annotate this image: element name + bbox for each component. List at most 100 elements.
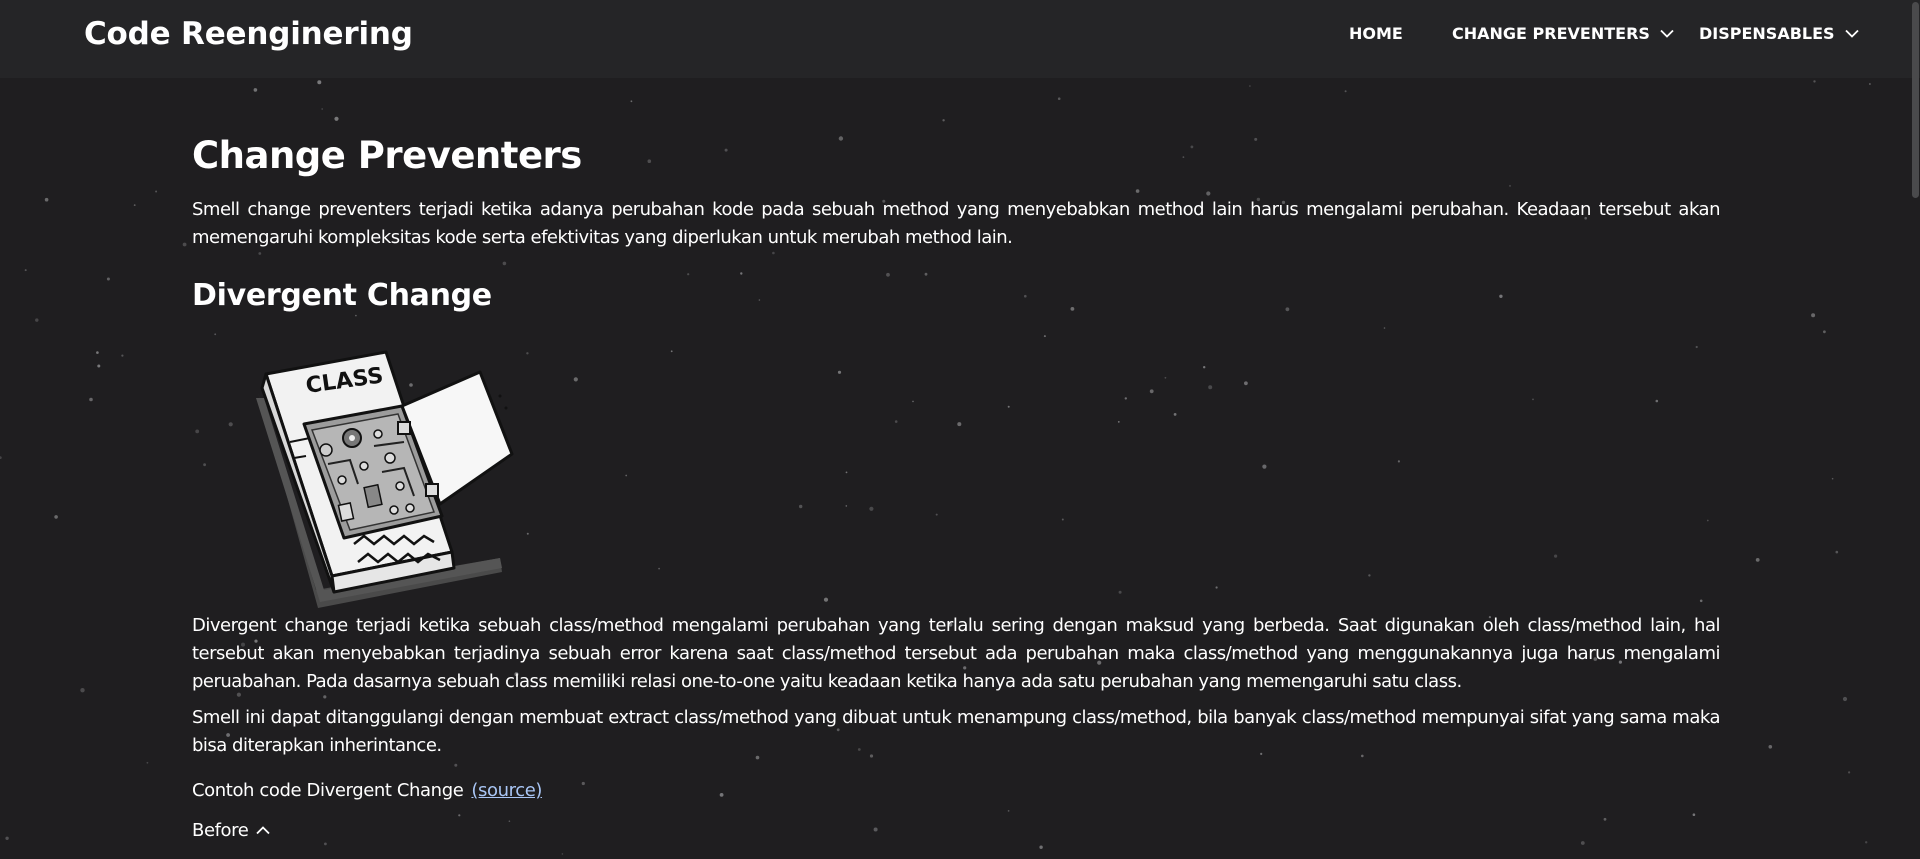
star-dot <box>1262 464 1267 469</box>
page-title: Change Preventers <box>192 134 582 177</box>
site-brand[interactable]: Code Reenginering <box>84 16 413 52</box>
star-dot <box>1706 519 1709 522</box>
star-dot <box>96 351 99 354</box>
star-dot <box>133 204 136 207</box>
star-dot <box>1024 294 1027 298</box>
star-dot <box>1768 745 1773 749</box>
star-dot <box>1149 389 1154 394</box>
nav-change-preventers-label: CHANGE PREVENTERS <box>1452 24 1650 43</box>
star-dot <box>1848 771 1851 774</box>
star-dot <box>454 763 458 767</box>
star-dot <box>1811 313 1816 318</box>
example-caption: Contoh code Divergent Change (source) <box>192 780 542 801</box>
star-dot <box>317 80 322 85</box>
star-dot <box>845 471 848 474</box>
star-dot <box>799 504 803 509</box>
star-dot <box>253 88 258 92</box>
section-paragraph-2: Smell ini dapat ditanggulangi dengan mem… <box>192 707 1721 756</box>
star-dot <box>458 814 461 817</box>
star-dot <box>1007 810 1010 812</box>
star-dot <box>1190 145 1194 149</box>
star-dot <box>195 429 200 434</box>
star-dot <box>1383 327 1386 329</box>
star-dot <box>80 688 85 693</box>
star-dot <box>630 100 633 103</box>
star-dot <box>1057 97 1061 100</box>
star-dot <box>1692 813 1696 816</box>
star-dot <box>258 252 262 255</box>
star-dot <box>1206 191 1211 196</box>
top-navbar: Code Reenginering HOME CHANGE PREVENTERS… <box>0 0 1920 78</box>
star-dot <box>869 506 874 511</box>
star-dot <box>1499 294 1503 298</box>
before-toggle[interactable]: Before <box>192 820 271 841</box>
star-dot <box>214 333 217 336</box>
page-scrollbar[interactable] <box>1910 0 1920 859</box>
star-dot <box>1285 307 1290 312</box>
star-dot <box>772 251 775 255</box>
scrollbar-thumb[interactable] <box>1912 2 1919 198</box>
chevron-down-icon <box>1660 29 1674 38</box>
star-dot <box>1835 550 1839 554</box>
star-dot <box>334 116 339 121</box>
before-label: Before <box>192 820 249 841</box>
intro-paragraph: Smell change preventers terjadi ketika a… <box>192 199 1721 248</box>
star-dot <box>912 400 914 403</box>
star-dot <box>121 354 124 357</box>
star-dot <box>155 190 158 193</box>
nav-home[interactable]: HOME <box>1349 24 1403 43</box>
star-dot <box>97 364 101 368</box>
star-dot <box>1070 307 1075 311</box>
star-dot <box>1124 397 1128 400</box>
star-dot <box>1699 599 1703 603</box>
star-dot <box>670 350 673 353</box>
chevron-down-icon <box>1844 29 1859 38</box>
nav-change-preventers[interactable]: CHANGE PREVENTERS <box>1452 24 1674 43</box>
star-dot <box>89 397 93 402</box>
star-dot <box>886 272 890 277</box>
star-dot <box>44 197 49 202</box>
star-dot <box>845 505 848 507</box>
section-paragraph-1: Divergent change terjadi ketika sebuah c… <box>192 615 1721 692</box>
star-dot <box>1244 381 1248 386</box>
star-dot <box>1580 841 1585 845</box>
source-link[interactable]: (source) <box>471 780 542 801</box>
nav-home-label: HOME <box>1349 24 1403 43</box>
star-dot <box>1215 586 1218 589</box>
star-dot <box>35 318 39 322</box>
star-dot <box>355 314 357 317</box>
star-dot <box>942 119 945 122</box>
star-dot <box>957 422 962 427</box>
star-dot <box>1007 405 1010 408</box>
star-dot <box>581 781 585 786</box>
star-dot <box>1842 696 1848 702</box>
star-dot <box>1135 189 1140 193</box>
star-dot <box>1509 184 1511 187</box>
star-dot <box>1203 366 1206 369</box>
nav-dispensables[interactable]: DISPENSABLES <box>1699 24 1859 43</box>
nav-dispensables-label: DISPENSABLES <box>1699 24 1835 43</box>
star-dot <box>647 159 652 163</box>
star-dot <box>324 842 327 846</box>
star-dot <box>758 299 761 301</box>
star-dot <box>1755 558 1760 562</box>
star-dot <box>1344 90 1347 93</box>
star-dot <box>561 853 564 855</box>
star-dot <box>1043 335 1046 338</box>
example-text: Contoh code Divergent Change <box>192 780 464 801</box>
star-dot <box>228 422 233 427</box>
star-dot <box>724 148 728 152</box>
star-dot <box>838 136 844 141</box>
star-dot <box>658 567 660 570</box>
star-dot <box>1554 554 1558 558</box>
star-dot <box>687 273 690 276</box>
star-dot <box>54 515 58 519</box>
star-dot <box>1869 83 1871 85</box>
star-dot <box>1831 477 1834 480</box>
star-dot <box>1061 518 1064 521</box>
star-dot <box>873 827 878 832</box>
star-dot <box>24 269 27 272</box>
star-dot <box>1117 421 1120 423</box>
star-dot <box>106 277 110 281</box>
star-dot <box>0 456 2 459</box>
